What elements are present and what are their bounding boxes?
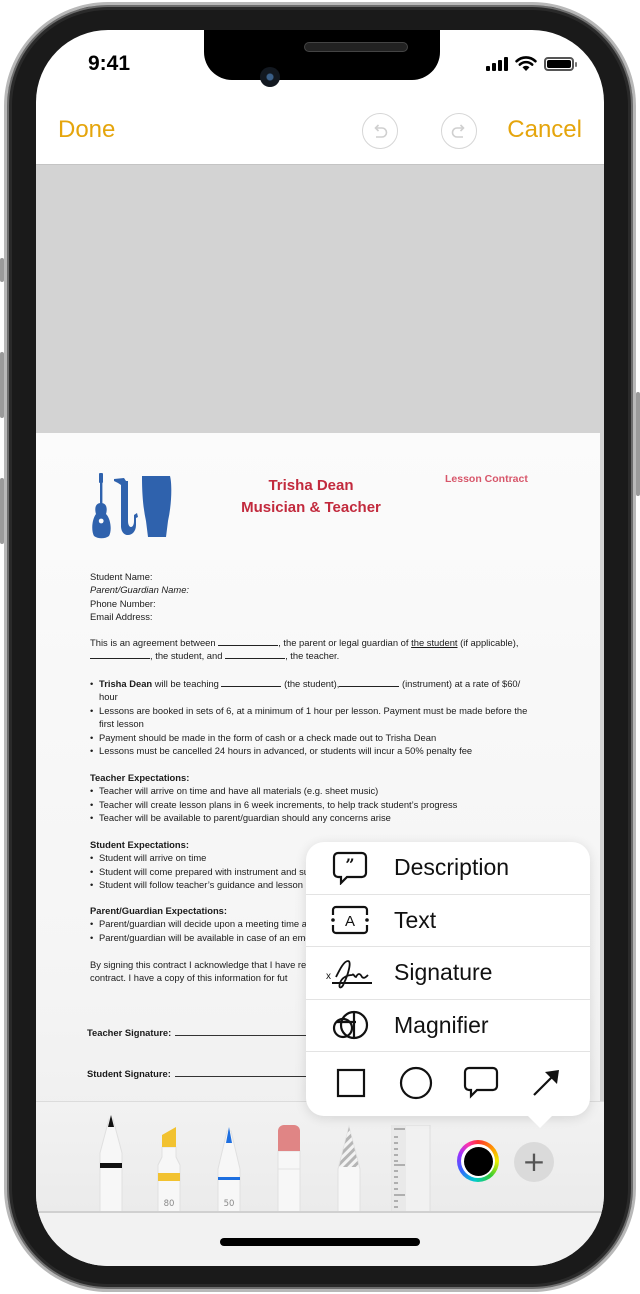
- pencil-opacity-label: 50: [223, 1199, 235, 1209]
- home-indicator[interactable]: [220, 1238, 420, 1246]
- list-item: Teacher will be available to parent/guar…: [90, 811, 540, 825]
- section-heading: Teacher Expectations:: [90, 772, 190, 783]
- lasso-tool[interactable]: [334, 1125, 364, 1211]
- ruler-icon: [391, 1124, 431, 1211]
- magnifier-icon: [332, 1011, 369, 1040]
- svg-text:x: x: [326, 971, 331, 982]
- menu-item-text[interactable]: A Text: [306, 895, 590, 947]
- add-markup-button[interactable]: +: [514, 1142, 554, 1182]
- pen-tool[interactable]: [96, 1113, 126, 1211]
- list-item: Payment should be made in the form of ca…: [90, 731, 540, 745]
- teacher-name: Trisha Dean: [99, 678, 153, 689]
- eraser-icon: [277, 1125, 301, 1211]
- student-signature-line: Student Signature:: [87, 1068, 315, 1079]
- selected-color-swatch: [463, 1146, 493, 1176]
- wifi-icon: [515, 56, 537, 71]
- agreement-paragraph: This is an agreement between , the paren…: [90, 636, 540, 663]
- menu-item-description[interactable]: ” Description: [306, 842, 590, 895]
- lasso-icon: [337, 1125, 361, 1211]
- agreement-text: , the student, and: [150, 650, 223, 662]
- circle-shape-icon: [399, 1066, 432, 1100]
- teacher-expectations: Teacher Expectations: Teacher will arriv…: [90, 771, 540, 825]
- notch: [204, 30, 440, 80]
- field-email: Email Address:: [90, 611, 153, 623]
- term-text: (the student),: [284, 678, 340, 689]
- speech-bubble-shape-icon: [463, 1066, 498, 1099]
- list-item: Teacher will arrive on time and have all…: [90, 784, 540, 798]
- menu-item-label: Text: [394, 906, 437, 933]
- menu-item-label: Description: [394, 854, 510, 881]
- list-item: Teacher will create lesson plans in 6 we…: [90, 798, 540, 812]
- agreement-text: (if applicable),: [460, 637, 519, 648]
- agreement-text: , the parent or legal guardian of: [278, 637, 409, 648]
- list-item: Lessons are booked in sets of 6, at a mi…: [90, 704, 540, 731]
- menu-item-signature[interactable]: x Signature: [306, 947, 590, 1000]
- undo-icon: [374, 124, 388, 138]
- highlighter-tool[interactable]: 80: [154, 1125, 184, 1211]
- square-shape-icon: [336, 1068, 365, 1098]
- agreement-underlined: the student: [411, 637, 458, 648]
- status-time: 9:41: [88, 52, 131, 75]
- redo-icon: [451, 124, 465, 138]
- ruler-tool[interactable]: [391, 1124, 431, 1211]
- contact-fields: Student Name: Parent/Guardian Name: Phon…: [90, 570, 189, 624]
- guitar-icon: [92, 473, 111, 539]
- redo-button[interactable]: [441, 113, 477, 149]
- volume-down-button: [0, 478, 4, 544]
- signature-label: Student Signature:: [87, 1068, 171, 1079]
- teacher-signature-line: Teacher Signature:: [87, 1027, 316, 1038]
- list-item: Lessons must be cancelled 24 hours in ad…: [90, 744, 540, 758]
- field-student-name: Student Name:: [90, 571, 153, 582]
- menu-item-label: Signature: [394, 959, 493, 986]
- pen-icon: [99, 1115, 123, 1211]
- text-box-icon: A: [331, 906, 369, 935]
- field-parent-name: Parent/Guardian Name:: [90, 584, 190, 596]
- power-button: [636, 392, 640, 496]
- status-icons: [486, 56, 577, 72]
- pencil-tool[interactable]: 50: [214, 1125, 244, 1211]
- mute-switch: [0, 258, 4, 282]
- screen: 9:41 Done Cancel Trisha Dean Musician & …: [36, 30, 604, 1266]
- instruments-logo: [92, 473, 172, 539]
- tool-palette: 80 50 +: [36, 1101, 604, 1213]
- signature-label: Teacher Signature:: [87, 1027, 172, 1038]
- title-name: Trisha Dean: [268, 477, 354, 494]
- list-item: Trisha Dean will be teaching (the studen…: [90, 677, 540, 704]
- arrow-shape-button[interactable]: [524, 1061, 568, 1105]
- speaker-grille: [304, 42, 408, 52]
- front-camera: [260, 67, 280, 87]
- markup-add-menu: ” Description A Text x Signature Magnifi…: [306, 842, 590, 1128]
- svg-text:”: ”: [345, 855, 354, 874]
- arrow-shape-icon: [532, 1070, 559, 1096]
- circle-shape-button[interactable]: [394, 1061, 438, 1105]
- speech-bubble-shape-button[interactable]: [459, 1061, 503, 1105]
- saxophone-icon: [114, 478, 138, 536]
- agreement-text: , the teacher.: [285, 650, 340, 662]
- volume-up-button: [0, 352, 4, 418]
- term-text: will be teaching: [154, 678, 219, 689]
- svg-text:A: A: [345, 913, 355, 930]
- battery-icon: [544, 57, 577, 71]
- markup-navbar: Done Cancel: [36, 100, 604, 164]
- menu-item-magnifier[interactable]: Magnifier: [306, 1000, 590, 1052]
- terms-list: Trisha Dean will be teaching (the studen…: [90, 677, 540, 758]
- cancel-button[interactable]: Cancel: [507, 116, 582, 144]
- undo-button[interactable]: [362, 113, 398, 149]
- done-button[interactable]: Done: [58, 116, 115, 144]
- highlighter-opacity-label: 80: [163, 1199, 175, 1209]
- square-shape-button[interactable]: [329, 1061, 373, 1105]
- signature-icon: x: [326, 959, 372, 989]
- quote-bubble-icon: ”: [332, 851, 368, 885]
- document-title: Trisha Dean Musician & Teacher: [226, 475, 396, 519]
- lesson-contract-label: Lesson Contract: [445, 473, 528, 485]
- title-subtitle: Musician & Teacher: [241, 499, 381, 516]
- eraser-tool[interactable]: [276, 1125, 302, 1211]
- agreement-text: This is an agreement between: [90, 637, 216, 648]
- conga-drum-icon: [142, 476, 172, 537]
- menu-item-label: Magnifier: [394, 1011, 489, 1038]
- field-phone: Phone Number:: [90, 597, 156, 609]
- cellular-signal-icon: [486, 57, 508, 71]
- shape-picker: [306, 1052, 590, 1114]
- color-picker-button[interactable]: [457, 1140, 499, 1182]
